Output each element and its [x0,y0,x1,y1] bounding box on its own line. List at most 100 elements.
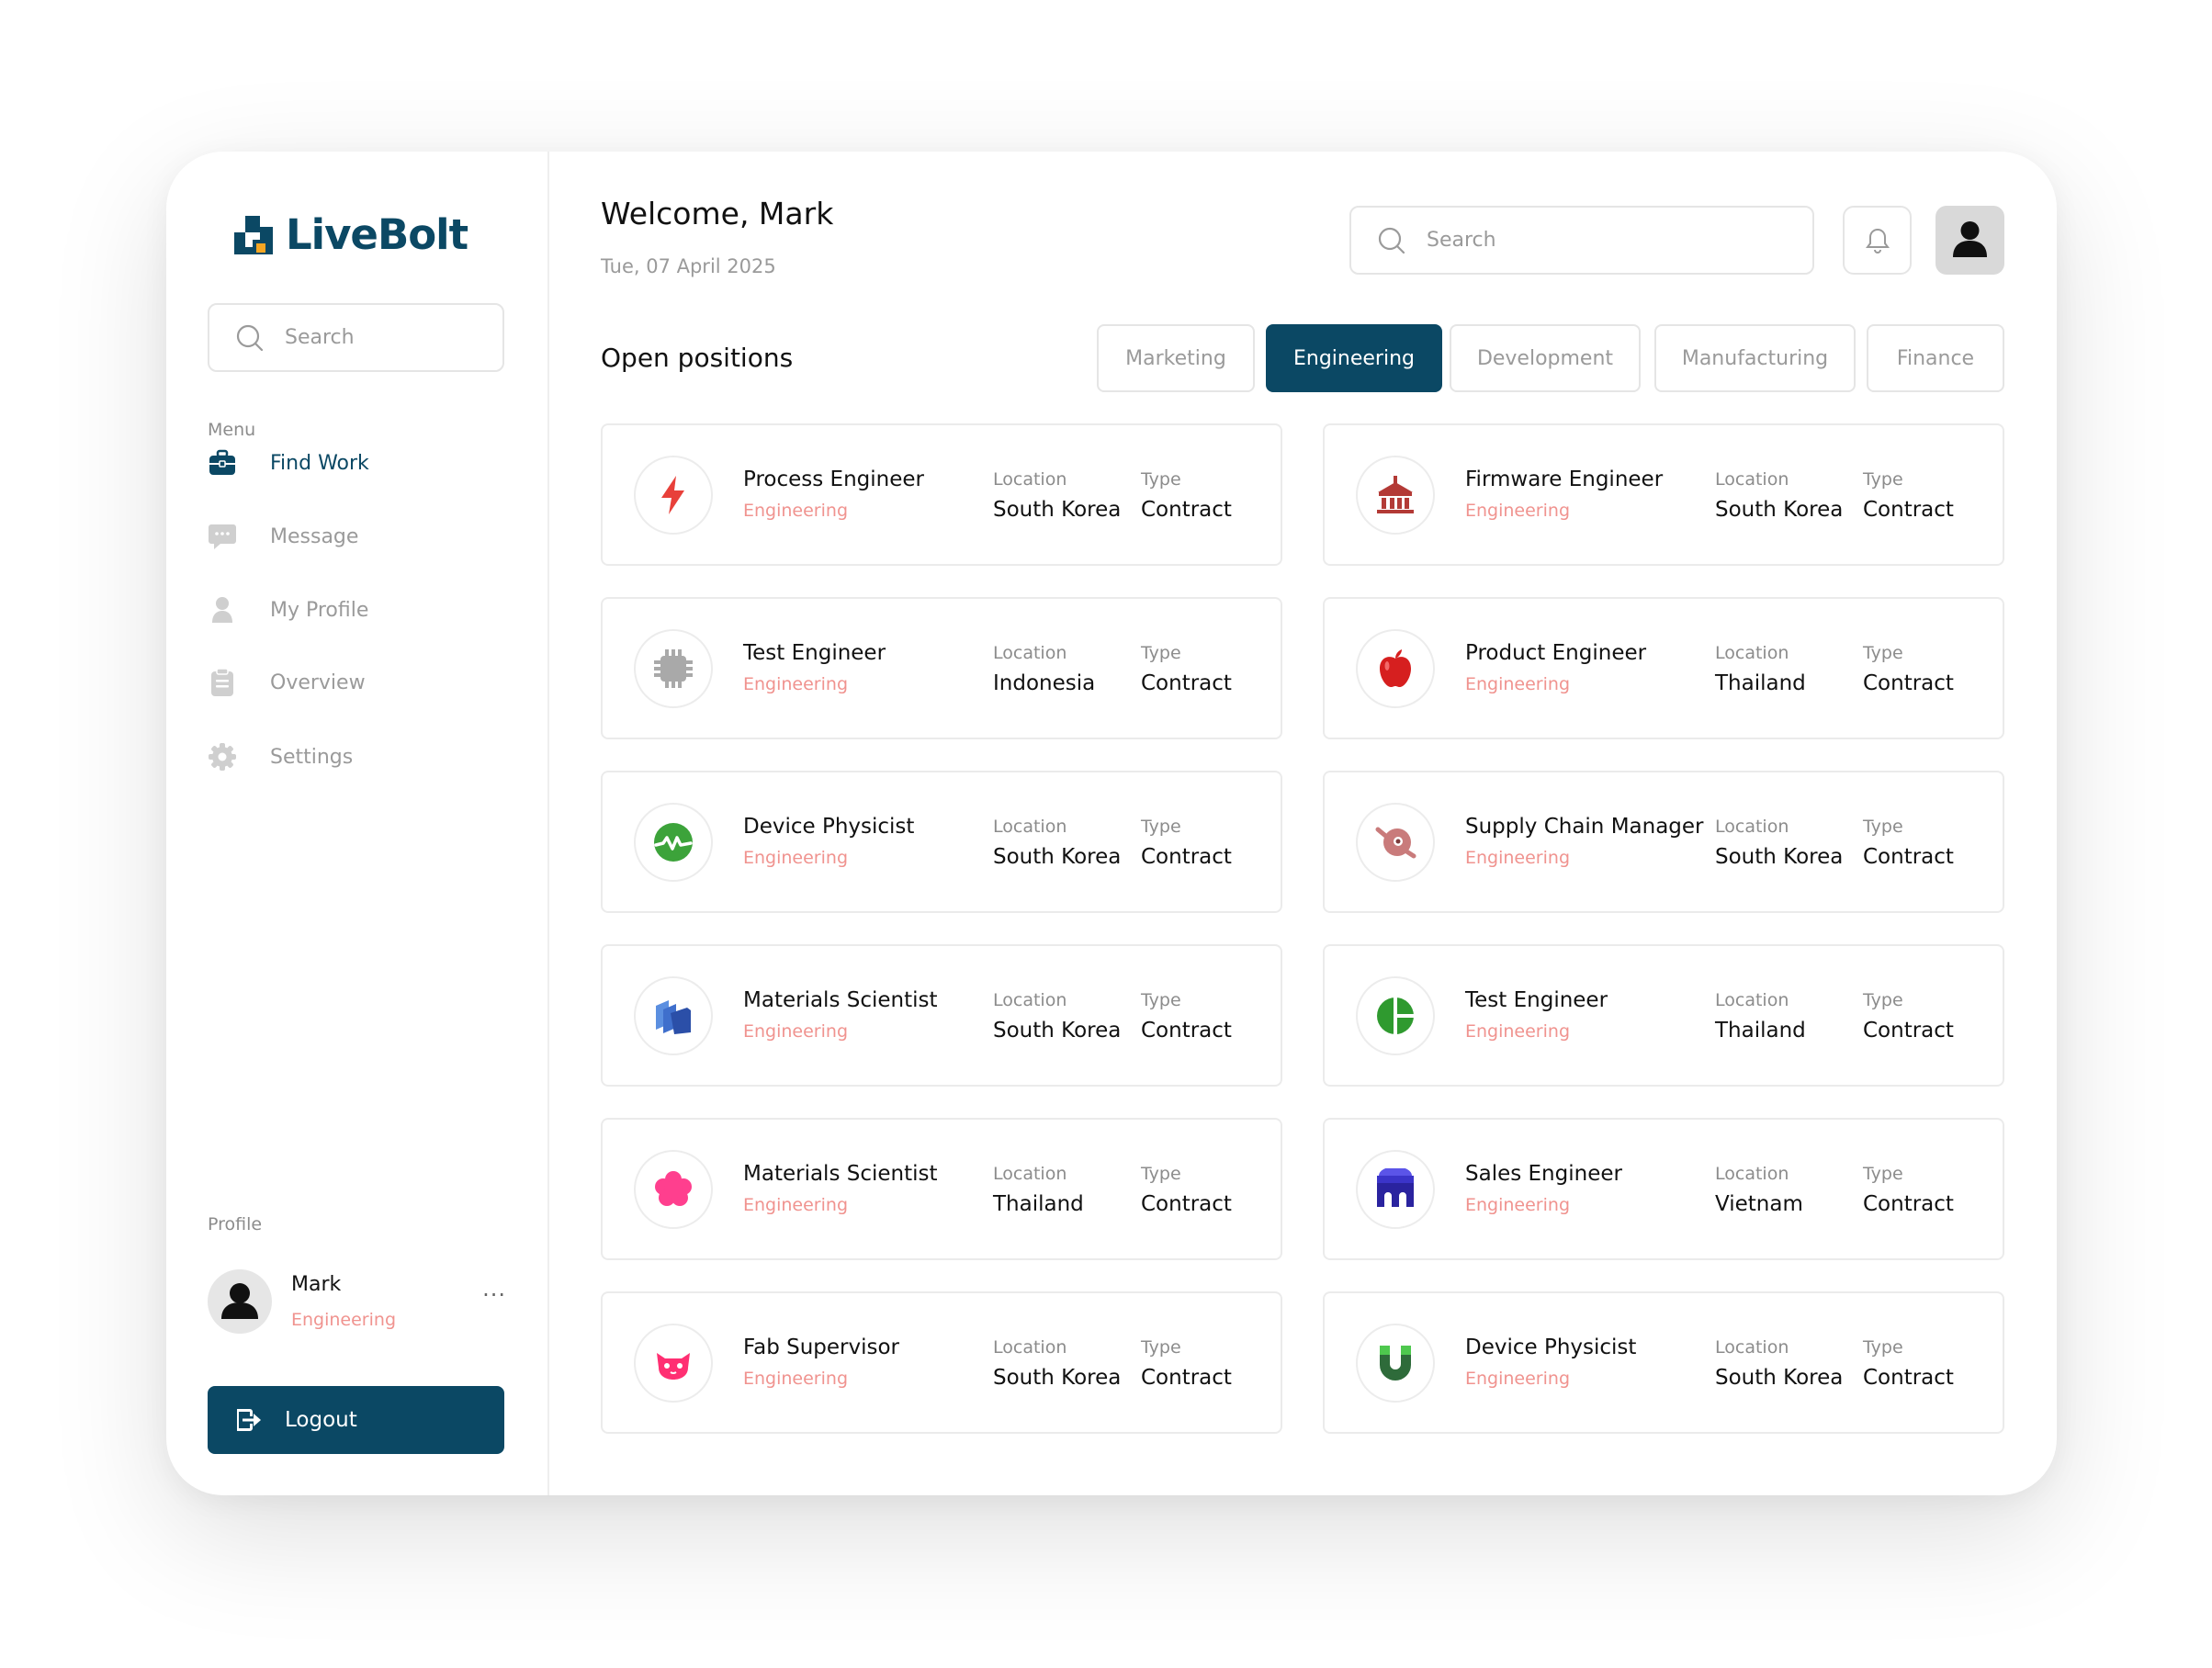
company-logo [1356,1150,1435,1229]
job-title: Test Engineer [1465,988,1608,1012]
job-card[interactable]: Product Engineer Engineering Location Th… [1323,597,2004,739]
location-label: Location [1715,817,1789,837]
type-label: Type [1141,1164,1181,1184]
magnet-icon [1380,1346,1411,1381]
job-type: Contract [1141,1019,1232,1042]
open-positions-title: Open positions [601,343,794,373]
sidebar-item-label: Overview [270,671,366,694]
job-card[interactable]: Supply Chain Manager Engineering Locatio… [1323,771,2004,913]
job-type: Contract [1863,1192,1954,1216]
location-label: Location [993,643,1067,663]
location-label: Location [1715,643,1789,663]
sidebar: LiveBolt Menu Find Work Messa [166,152,549,1495]
brand-logo[interactable]: LiveBolt [232,210,468,259]
company-logo [634,1324,713,1403]
user-avatar-button[interactable] [1936,206,2004,275]
notifications-button[interactable] [1843,206,1912,275]
sidebar-item-label: Message [270,524,359,548]
current-date: Tue, 07 April 2025 [601,255,776,277]
job-title: Supply Chain Manager [1465,815,1704,839]
type-label: Type [1141,817,1181,837]
job-location: South Korea [993,845,1122,869]
stacked-layers-icon [656,1000,691,1034]
brand-name: LiveBolt [286,210,468,259]
job-card[interactable]: Process Engineer Engineering Location So… [601,423,1282,566]
job-department: Engineering [743,848,848,868]
job-card[interactable]: Fab Supervisor Engineering Location Sout… [601,1291,1282,1434]
avatar-person-icon [221,1283,258,1319]
tab-marketing[interactable]: Marketing [1097,324,1255,392]
profile-name: Mark [291,1273,342,1296]
job-card[interactable]: Firmware Engineer Engineering Location S… [1323,423,2004,566]
job-card[interactable]: Test Engineer Engineering Location Indon… [601,597,1282,739]
sidebar-item-message[interactable]: Message [208,522,358,551]
tab-engineering[interactable]: Engineering [1266,324,1442,392]
company-logo [634,803,713,882]
sidebar-item-my-profile[interactable]: My Profile [208,595,368,625]
company-logo [634,456,713,535]
job-card[interactable]: Materials Scientist Engineering Location… [601,944,1282,1087]
profile-section-label: Profile [208,1214,263,1234]
apple-icon [1380,649,1411,687]
job-department: Engineering [743,1021,848,1042]
job-card[interactable]: Device Physicist Engineering Location So… [1323,1291,2004,1434]
chat-icon [209,524,236,549]
search-icon [236,324,264,351]
flower-icon [655,1171,692,1206]
tab-development[interactable]: Development [1450,324,1641,392]
job-card[interactable]: Device Physicist Engineering Location So… [601,771,1282,913]
logout-label: Logout [285,1408,357,1432]
location-label: Location [993,990,1067,1010]
job-department: Engineering [1465,1369,1570,1389]
logout-button[interactable]: Logout [208,1386,504,1454]
location-label: Location [993,817,1067,837]
job-type: Contract [1141,1366,1232,1390]
profile-card[interactable]: Mark Engineering ··· [208,1269,506,1336]
sidebar-search[interactable] [208,303,504,372]
job-card[interactable]: Materials Scientist Engineering Location… [601,1118,1282,1260]
user-icon [212,597,232,623]
profile-role: Engineering [291,1310,396,1330]
job-location: South Korea [1715,498,1844,522]
job-location: Thailand [993,1192,1084,1216]
type-label: Type [1141,643,1181,663]
job-card[interactable]: Test Engineer Engineering Location Thail… [1323,944,2004,1087]
job-type: Contract [1863,671,1954,695]
type-label: Type [1863,469,1903,490]
welcome-title: Welcome, Mark [601,196,834,231]
job-title: Materials Scientist [743,1162,938,1186]
job-title: Device Physicist [743,815,915,839]
tab-manufacturing[interactable]: Manufacturing [1654,324,1856,392]
job-type: Contract [1863,1019,1954,1042]
sidebar-item-label: Settings [270,745,354,769]
bell-icon [1865,228,1890,254]
job-department: Engineering [743,1195,848,1215]
job-type: Contract [1863,498,1954,522]
sidebar-search-input[interactable] [285,326,487,349]
job-location: Vietnam [1715,1192,1803,1216]
job-card[interactable]: Sales Engineer Engineering Location Viet… [1323,1118,2004,1260]
company-logo [1356,803,1435,882]
tab-finance[interactable]: Finance [1867,324,2004,392]
job-location: South Korea [993,1366,1122,1390]
header-search-input[interactable] [1427,229,1629,252]
job-department: Engineering [1465,674,1570,694]
job-type: Contract [1141,1192,1232,1216]
header-search[interactable] [1349,206,1814,275]
company-logo [1356,629,1435,708]
job-location: South Korea [993,1019,1122,1042]
type-label: Type [1141,990,1181,1010]
avatar-person-icon [1953,221,1987,257]
job-location: South Korea [1715,1366,1844,1390]
pulse-globe-icon [654,823,693,862]
sidebar-item-label: My Profile [270,598,369,622]
sidebar-item-overview[interactable]: Overview [208,668,366,697]
sidebar-item-find-work[interactable]: Find Work [208,448,369,478]
type-label: Type [1863,643,1903,663]
location-label: Location [993,469,1067,490]
sidebar-item-settings[interactable]: Settings [208,742,353,772]
more-options-button[interactable]: ··· [482,1282,506,1308]
job-title: Firmware Engineer [1465,468,1664,491]
job-department: Engineering [743,1369,848,1389]
gear-icon [209,743,236,771]
